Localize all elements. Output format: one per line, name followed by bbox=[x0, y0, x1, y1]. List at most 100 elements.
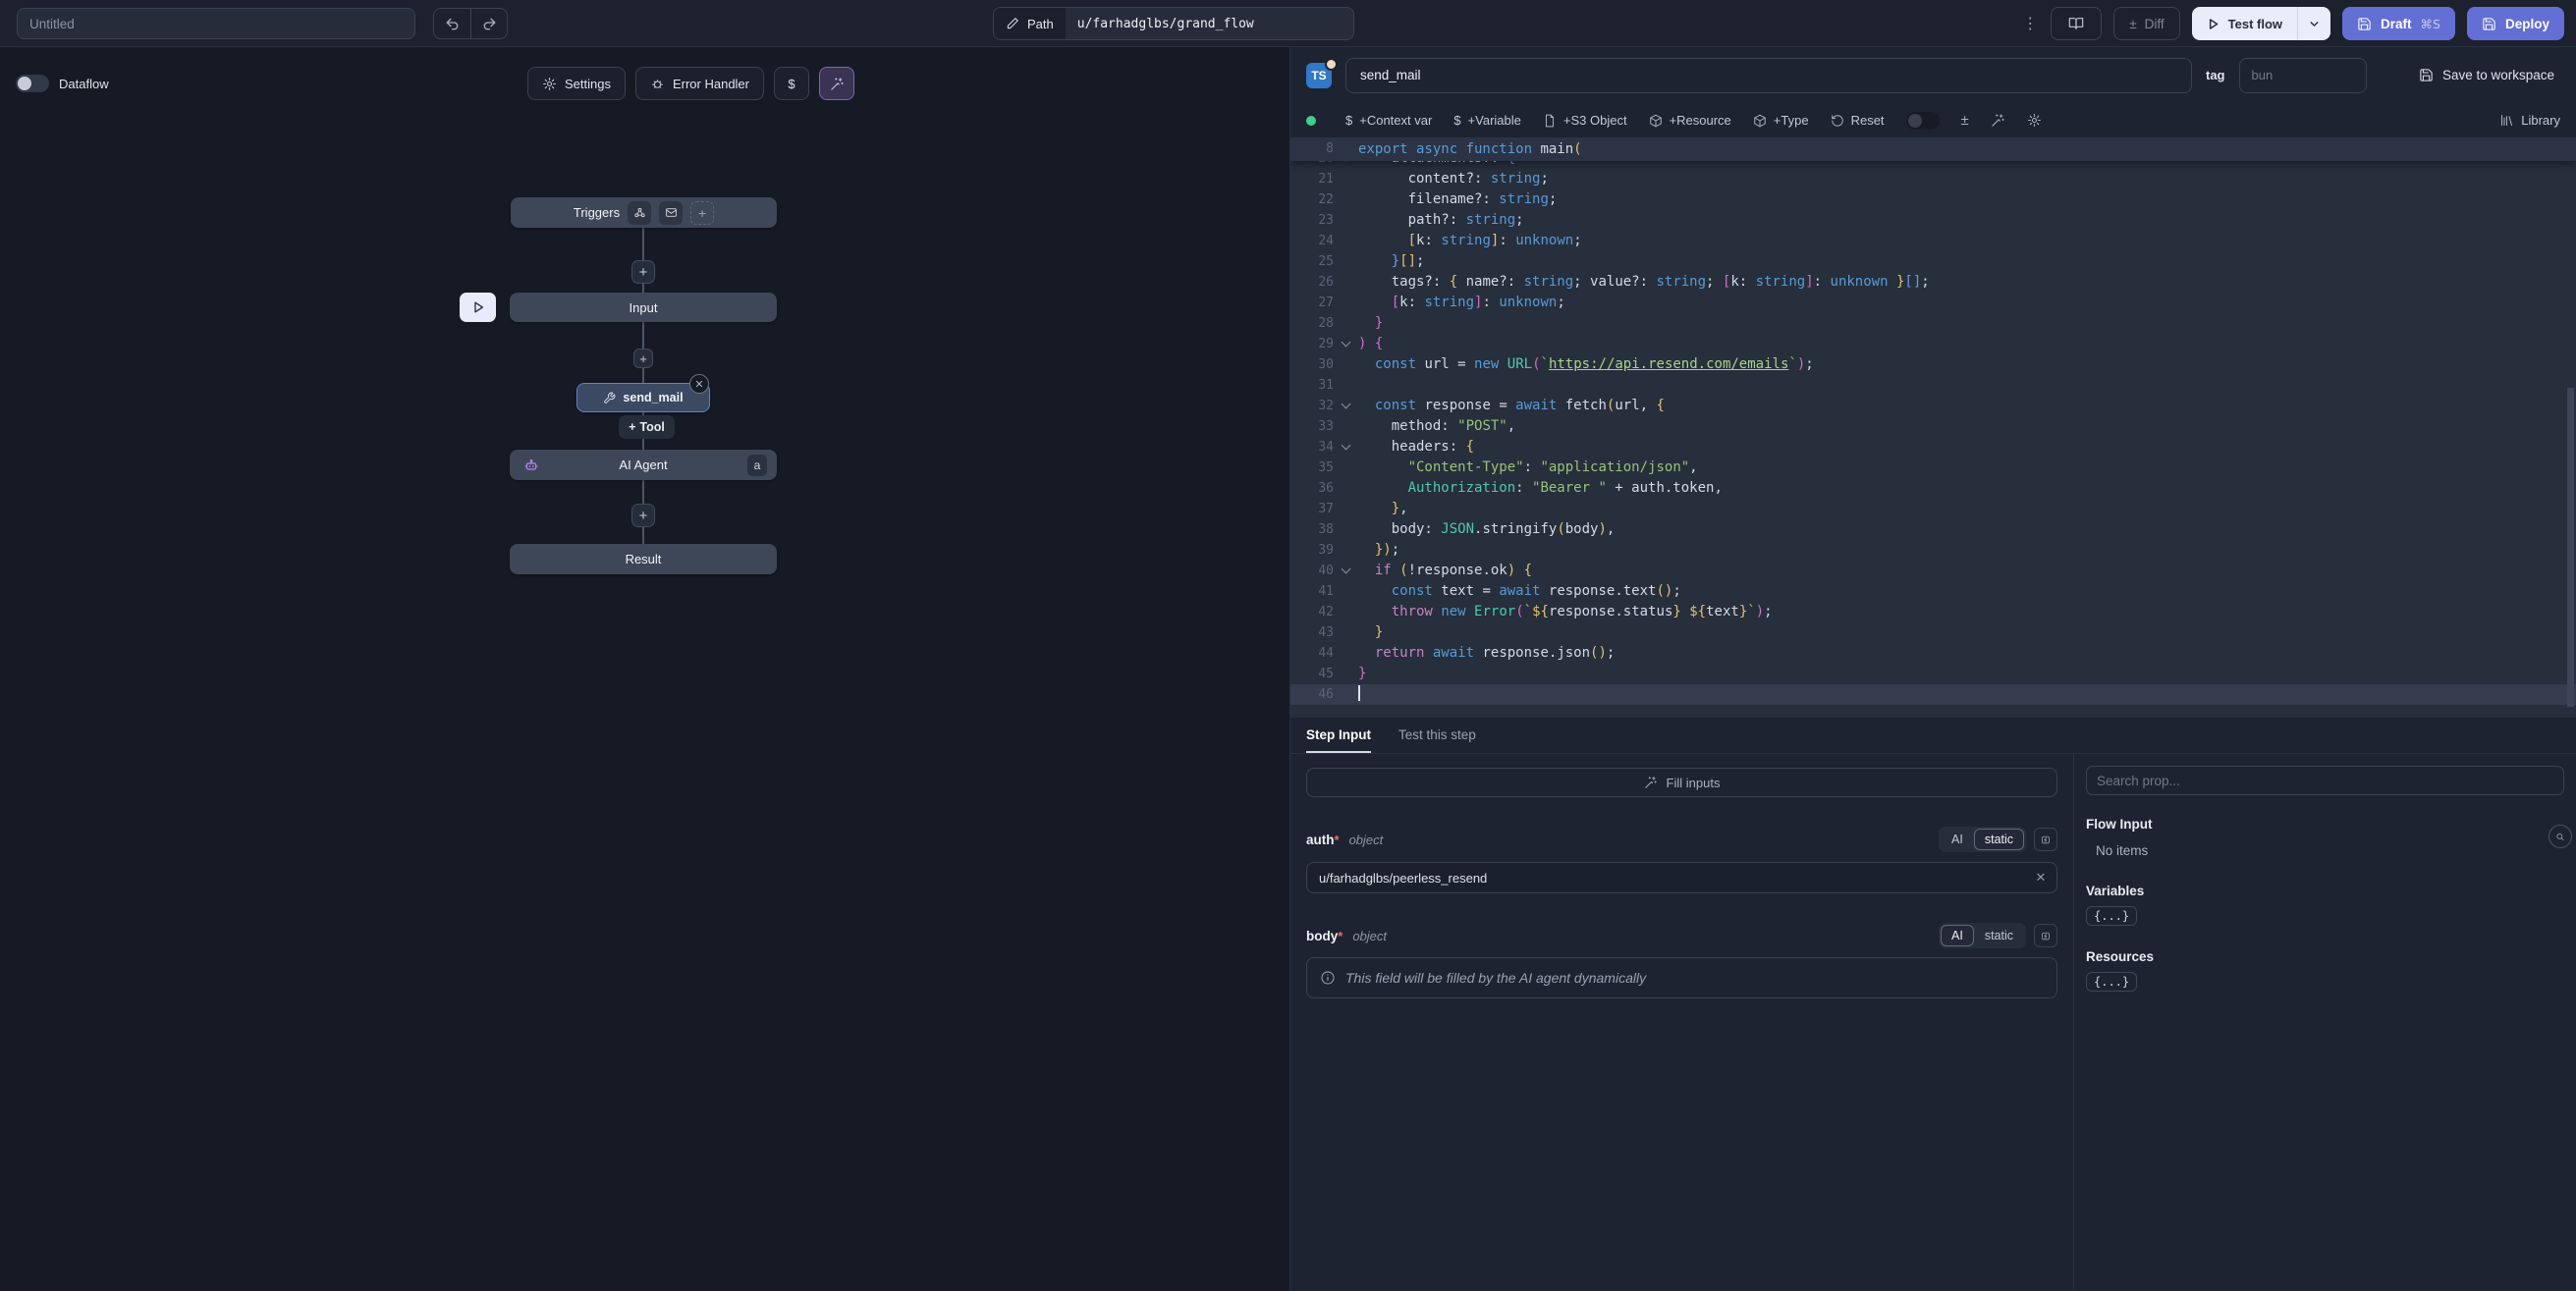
prop-picker-search-button[interactable] bbox=[2549, 825, 2572, 848]
fold-gutter bbox=[1334, 540, 1358, 561]
code-line-39[interactable]: 39 }); bbox=[1290, 540, 2576, 561]
code-line-46[interactable]: 46 bbox=[1290, 684, 2576, 705]
step-name-input[interactable] bbox=[1345, 58, 2192, 93]
code-line-34[interactable]: 34 headers: { bbox=[1290, 437, 2576, 457]
editor-settings-button[interactable] bbox=[2027, 113, 2042, 128]
save-to-workspace-button[interactable]: Save to workspace bbox=[2413, 67, 2560, 83]
fold-chevron-icon[interactable] bbox=[1334, 396, 1358, 416]
code-line-24[interactable]: 24 [k: string]: unknown; bbox=[1290, 231, 2576, 251]
insert-step-button[interactable]: + bbox=[631, 504, 655, 527]
code-line-35[interactable]: 35 "Content-Type": "application/json", bbox=[1290, 457, 2576, 478]
editor-scrollbar[interactable] bbox=[2567, 388, 2574, 707]
undo-button[interactable] bbox=[434, 9, 470, 38]
draft-button[interactable]: Draft ⌘S bbox=[2342, 7, 2455, 40]
dollar-icon: $ bbox=[1453, 113, 1460, 128]
line-number: 46 bbox=[1290, 684, 1334, 705]
code-line-44[interactable]: 44 return await response.json(); bbox=[1290, 643, 2576, 664]
reset-button[interactable]: Reset bbox=[1831, 113, 1885, 128]
redo-button[interactable] bbox=[470, 9, 507, 38]
code-line-30[interactable]: 30 const url = new URL(`https://api.rese… bbox=[1290, 354, 2576, 375]
code-line-40[interactable]: 40 if (!response.ok) { bbox=[1290, 561, 2576, 581]
add-resource-button[interactable]: +Resource bbox=[1649, 113, 1731, 128]
auth-expression-button[interactable] bbox=[2034, 828, 2057, 851]
clear-auth-button[interactable]: ✕ bbox=[2030, 867, 2052, 888]
remove-tool-button[interactable]: ✕ bbox=[689, 374, 709, 394]
agent-result-badge[interactable]: a bbox=[747, 455, 767, 476]
code-line-22[interactable]: 22 filename?: string; bbox=[1290, 189, 2576, 210]
ai-edit-button[interactable] bbox=[1991, 113, 2005, 128]
editor-assistant-toggle[interactable] bbox=[1906, 112, 1940, 130]
code-line-8[interactable]: 8export async function main( bbox=[1290, 137, 2576, 161]
node-result[interactable]: Result bbox=[510, 544, 777, 574]
code-line-31[interactable]: 31 bbox=[1290, 375, 2576, 396]
fold-gutter bbox=[1334, 375, 1358, 396]
node-input[interactable]: Input bbox=[510, 293, 777, 322]
kebab-menu-icon[interactable]: ⋮ bbox=[2021, 14, 2039, 33]
auth-resource-input[interactable] bbox=[1306, 862, 2057, 893]
code-line-43[interactable]: 43 } bbox=[1290, 622, 2576, 643]
node-triggers[interactable]: Triggers + bbox=[511, 197, 777, 228]
library-button[interactable]: Library bbox=[2499, 113, 2560, 128]
add-variable-button[interactable]: $ +Variable bbox=[1453, 113, 1521, 128]
email-trigger-icon[interactable] bbox=[659, 201, 683, 225]
fold-chevron-icon[interactable] bbox=[1334, 561, 1358, 581]
fold-gutter bbox=[1334, 622, 1358, 643]
resources-object-badge[interactable]: {...} bbox=[2086, 972, 2137, 992]
body-mode-ai[interactable]: AI bbox=[1941, 925, 1974, 946]
add-s3-object-button[interactable]: +S3 Object bbox=[1543, 113, 1627, 128]
code-line-21[interactable]: 21 content?: string; bbox=[1290, 169, 2576, 189]
code-line-41[interactable]: 41 const text = await response.text(); bbox=[1290, 581, 2576, 602]
add-context-var-button[interactable]: $ +Context var bbox=[1345, 113, 1432, 128]
docs-button[interactable] bbox=[2051, 7, 2102, 40]
auth-mode-static[interactable]: static bbox=[1974, 829, 2024, 850]
webhook-trigger-icon[interactable] bbox=[628, 201, 651, 225]
test-flow-main[interactable]: Test flow bbox=[2192, 7, 2297, 40]
test-flow-button[interactable]: Test flow bbox=[2192, 7, 2330, 40]
reset-label: Reset bbox=[1851, 113, 1885, 128]
fill-inputs-button[interactable]: Fill inputs bbox=[1306, 768, 2057, 797]
variables-object-badge[interactable]: {...} bbox=[2086, 906, 2137, 926]
code-line-28[interactable]: 28 } bbox=[1290, 313, 2576, 334]
tab-test-this-step[interactable]: Test this step bbox=[1398, 727, 1476, 753]
body-expression-button[interactable] bbox=[2034, 924, 2057, 947]
code-line-29[interactable]: 29) { bbox=[1290, 334, 2576, 354]
code-line-45[interactable]: 45} bbox=[1290, 664, 2576, 684]
diff-mode-icon[interactable]: ± bbox=[1961, 112, 1969, 129]
add-tool-button[interactable]: + Tool bbox=[619, 415, 675, 439]
tab-step-input[interactable]: Step Input bbox=[1306, 727, 1371, 753]
add-trigger-button[interactable]: + bbox=[690, 201, 714, 225]
test-flow-dropdown[interactable] bbox=[2297, 7, 2330, 40]
code-line-27[interactable]: 27 [k: string]: unknown; bbox=[1290, 293, 2576, 313]
insert-step-button[interactable]: + bbox=[631, 260, 655, 284]
diff-button[interactable]: ± Diff bbox=[2113, 7, 2179, 40]
code-line-25[interactable]: 25 }[]; bbox=[1290, 251, 2576, 272]
fold-chevron-icon[interactable] bbox=[1334, 437, 1358, 457]
body-mode-static[interactable]: static bbox=[1974, 925, 2024, 946]
line-number: 33 bbox=[1290, 416, 1334, 437]
auth-mode-ai[interactable]: AI bbox=[1941, 829, 1974, 850]
code-line-26[interactable]: 26 tags?: { name?: string; value?: strin… bbox=[1290, 272, 2576, 293]
fold-chevron-icon[interactable] bbox=[1334, 334, 1358, 354]
code-line-23[interactable]: 23 path?: string; bbox=[1290, 210, 2576, 231]
fold-gutter bbox=[1334, 602, 1358, 622]
run-flow-button[interactable] bbox=[460, 293, 496, 322]
tag-input[interactable] bbox=[2239, 58, 2367, 93]
body-field-type: object bbox=[1352, 929, 1387, 943]
play-icon bbox=[471, 300, 485, 314]
code-line-37[interactable]: 37 }, bbox=[1290, 499, 2576, 519]
insert-step-button[interactable]: + bbox=[633, 349, 653, 368]
code-editor[interactable]: 20 attachments?: {21 content?: string;22… bbox=[1290, 137, 2576, 718]
line-number: 40 bbox=[1290, 561, 1334, 581]
deploy-button[interactable]: Deploy bbox=[2467, 7, 2564, 40]
code-line-42[interactable]: 42 throw new Error(`${response.status} $… bbox=[1290, 602, 2576, 622]
prop-search-input[interactable] bbox=[2086, 766, 2564, 795]
code-line-38[interactable]: 38 body: JSON.stringify(body), bbox=[1290, 519, 2576, 540]
node-ai-agent[interactable]: AI Agent a bbox=[510, 450, 777, 480]
code-line-33[interactable]: 33 method: "POST", bbox=[1290, 416, 2576, 437]
code-line-36[interactable]: 36 Authorization: "Bearer " + auth.token… bbox=[1290, 478, 2576, 499]
flow-name-input[interactable] bbox=[17, 8, 415, 39]
add-type-button[interactable]: +Type bbox=[1753, 113, 1809, 128]
path-field[interactable]: Path u/farhadglbs/grand_flow bbox=[993, 7, 1354, 40]
line-number: 45 bbox=[1290, 664, 1334, 684]
code-line-32[interactable]: 32 const response = await fetch(url, { bbox=[1290, 396, 2576, 416]
